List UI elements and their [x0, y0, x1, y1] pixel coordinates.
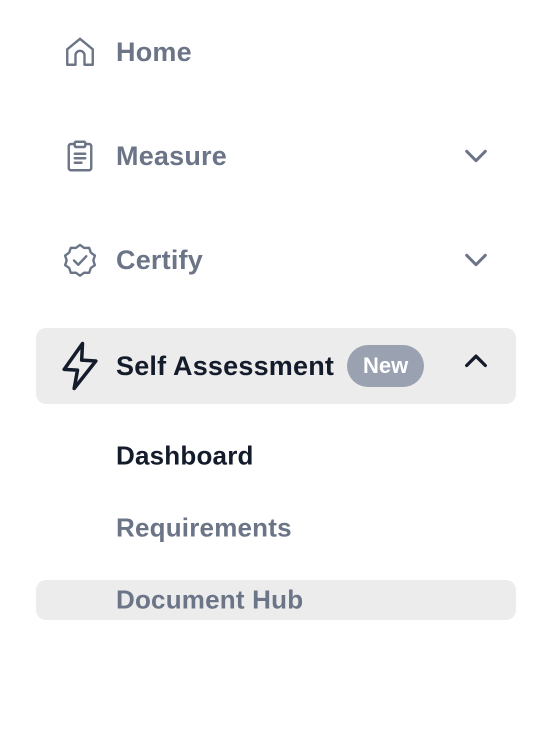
clipboard-icon [60, 136, 100, 176]
nav-item-label: Home [116, 36, 192, 67]
nav-item-certify[interactable]: Certify [36, 236, 516, 284]
chevron-down-icon[interactable] [456, 136, 496, 176]
nav-item-label: Measure [116, 140, 227, 171]
sub-item-label: Requirements [116, 512, 292, 543]
chevron-up-icon[interactable] [456, 342, 496, 382]
nav-item-label: Self Assessment [116, 350, 335, 381]
nav-item-home[interactable]: Home [36, 28, 516, 76]
sub-item-label: Dashboard [116, 440, 254, 471]
sub-item-dashboard[interactable]: Dashboard [36, 436, 516, 476]
badge-check-icon [60, 240, 100, 280]
nav-item-label: Certify [116, 244, 203, 275]
lightning-icon [60, 341, 100, 391]
sidebar-nav: Home Measure Certify Self Assessment New… [0, 0, 548, 752]
nav-item-measure[interactable]: Measure [36, 132, 516, 180]
sub-item-label: Document Hub [116, 584, 304, 615]
sub-item-document-hub[interactable]: Document Hub [36, 580, 516, 620]
home-icon [60, 32, 100, 72]
nav-item-self-assessment[interactable]: Self Assessment New [36, 328, 516, 404]
sub-item-requirements[interactable]: Requirements [36, 508, 516, 548]
new-badge: New [347, 345, 425, 387]
chevron-down-icon[interactable] [456, 240, 496, 280]
